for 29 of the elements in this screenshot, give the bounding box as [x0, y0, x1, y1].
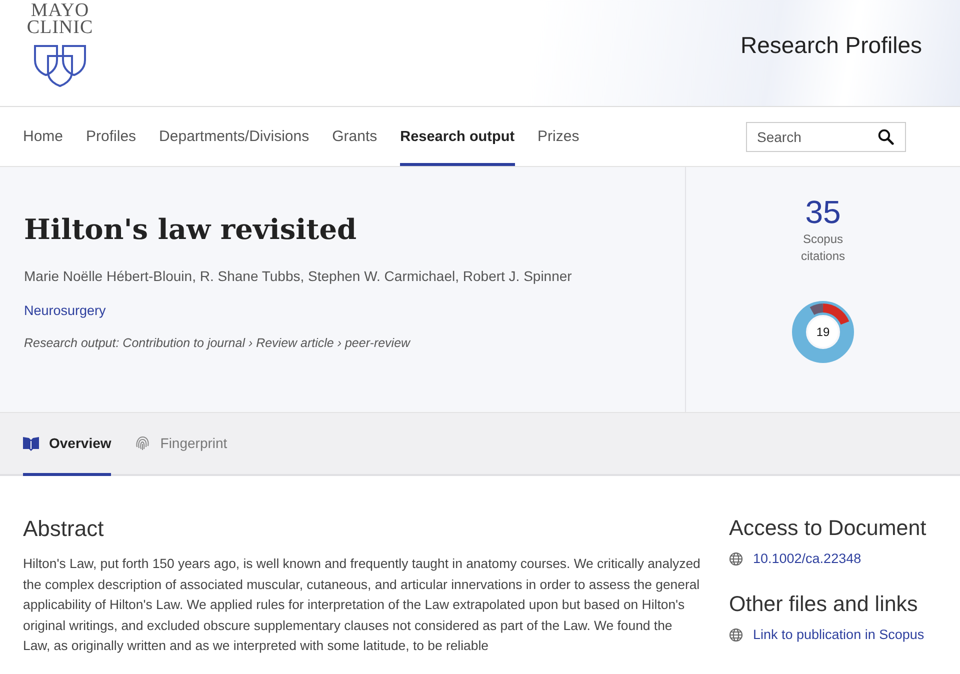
citation-label: citations [800, 248, 846, 265]
site-title: Research Profiles [740, 32, 922, 59]
logo-text: CLINIC [26, 19, 94, 36]
publication-type: Research output: Contribution to journal › Review article › peer-review [24, 336, 412, 350]
publication-title: Hilton's law revisited [24, 213, 358, 246]
author-list: Marie Noëlle Hébert-Blouin, R. Shane Tubbs, Stephen W. Carmichael, Robert J. Spinner [24, 268, 685, 284]
abstract-text: Hilton's Law, put forth 150 years ago, is well known and frequently taught in anatomy courses. We critically analyzed the complex description of associated muscular, cutaneous, and articular innervations in order to assess the general applicability of Hilton's Law. We applied rules for interpretation of the Law extrapolated upon but based on Hilton's original writings, and excluded obscure supplementary clauses not considered as part of the Law. We found the Law, as originally written and as we interpreted with some latitude, to be reliable [23, 555, 702, 656]
globe-icon [729, 628, 743, 642]
department-link[interactable]: Neurosurgery [24, 303, 106, 318]
logo-text: MAYO [30, 2, 90, 19]
tab[interactable]: Fingerprint [135, 413, 228, 476]
nav-link[interactable]: Grants [332, 107, 378, 166]
globe-icon [729, 552, 743, 566]
citation-label: Scopus [802, 231, 844, 248]
shields-logo-icon [33, 44, 87, 88]
section-heading: Other files and links [729, 592, 919, 617]
document-link[interactable]: Link to publication in Scopus [753, 627, 924, 642]
nav-link[interactable]: Prizes [538, 107, 580, 166]
section-heading: Abstract [23, 516, 105, 542]
nav-link[interactable]: Home [23, 107, 64, 166]
section-heading: Access to Document [729, 516, 928, 541]
tab[interactable]: Overview [23, 413, 112, 476]
citation-count[interactable]: 35 [805, 193, 841, 231]
altmetric-donut[interactable]: 19 [792, 301, 854, 363]
nav-link[interactable]: Profiles [86, 107, 136, 166]
document-link[interactable]: 10.1002/ca.22348 [753, 551, 862, 566]
nav-link[interactable]: Departments/Divisions [159, 107, 310, 166]
book-icon [23, 436, 39, 450]
fingerprint-icon [135, 435, 150, 451]
